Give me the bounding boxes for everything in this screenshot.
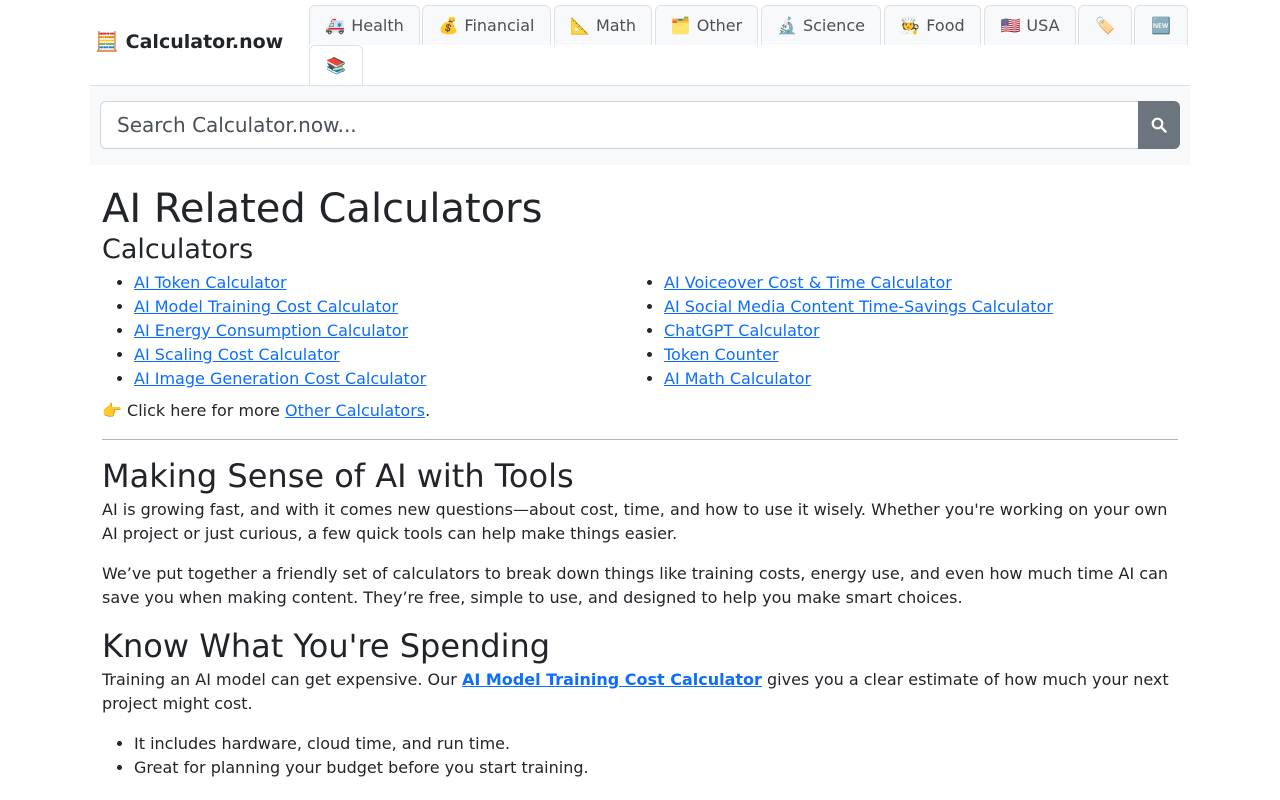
books-icon: 📚 [326,56,346,75]
calculator-list-left: AI Token Calculator AI Model Training Co… [102,271,632,391]
section-heading-spending: Know What You're Spending [102,627,551,665]
tab-label: Health [351,16,404,35]
section1-paragraph-1: AI is growing fast, and with it comes ne… [102,500,1168,543]
list-item: Great for planning your budget before yo… [134,756,1178,780]
section2-para-prefix: Training an AI model can get expensive. … [102,670,457,689]
list-item: AI Math Calculator [664,367,1162,391]
section1-paragraph-2: We’ve put together a friendly set of cal… [102,564,1169,607]
ai-model-training-cost-calculator-inline-link[interactable]: AI Model Training Cost Calculator [462,670,762,689]
more-calculators-line: 👉 Click here for more Other Calculators. [102,399,1178,423]
ai-social-media-time-savings-calculator-link[interactable]: AI Social Media Content Time-Savings Cal… [664,297,1053,316]
label-tag-icon: 🏷️ [1095,16,1115,35]
other-calculators-link[interactable]: Other Calculators [285,401,425,420]
ai-token-calculator-link[interactable]: AI Token Calculator [134,273,287,292]
tab-label: Math [595,16,636,35]
list-item: AI Image Generation Cost Calculator [134,367,632,391]
ambulance-icon: 🚑 [325,16,346,35]
tab-label: Science [802,16,865,35]
brand-name: Calculator.now [125,31,284,53]
ai-energy-consumption-calculator-link[interactable]: AI Energy Consumption Calculator [134,321,408,340]
triangular-ruler-icon: 📐 [570,16,590,35]
abacus-icon: 🧮 [95,31,119,53]
section2-paragraph: Training an AI model can get expensive. … [102,668,1178,716]
tab-food[interactable]: 🧑‍🍳 Food [884,5,981,45]
page-title: AI Related Calculators [102,186,543,232]
tab-financial[interactable]: 💰 Financial [422,5,551,45]
spending-bullets: It includes hardware, cloud time, and ru… [102,732,1178,780]
calculator-list-right: AI Voiceover Cost & Time Calculator AI S… [632,271,1162,391]
us-flag-icon: 🇺🇸 [1000,16,1021,35]
chatgpt-calculator-link[interactable]: ChatGPT Calculator [664,321,820,340]
search-form [100,101,1180,149]
tab-label: Other [696,16,743,35]
section-divider [102,439,1178,440]
cook-icon: 🧑‍🍳 [900,16,921,35]
search-button[interactable] [1138,101,1180,149]
tab-tags[interactable]: 🏷️ [1078,5,1132,45]
microscope-icon: 🔬 [777,16,797,35]
page: 🧮 Calculator.now 🚑 Health 💰 Financial 📐 Math… [90,0,1190,780]
tab-science[interactable]: 🔬 Science [761,5,881,45]
more-prefix: Click here for more [127,401,280,420]
tab-new[interactable]: 🆕 [1134,5,1188,45]
list-item: ChatGPT Calculator [664,319,1162,343]
ai-model-training-cost-calculator-link[interactable]: AI Model Training Cost Calculator [134,297,398,316]
ai-math-calculator-link[interactable]: AI Math Calculator [664,369,811,388]
list-item: It includes hardware, cloud time, and ru… [134,732,1178,756]
new-badge-icon: 🆕 [1151,16,1171,35]
more-suffix: . [425,401,431,420]
search-bar-area [90,86,1190,165]
section-heading-making-sense: Making Sense of AI with Tools [102,457,574,495]
token-counter-link[interactable]: Token Counter [664,345,779,364]
tab-label: Financial [464,16,535,35]
tab-health[interactable]: 🚑 Health [309,5,420,45]
tab-usa[interactable]: 🇺🇸 USA [984,5,1076,45]
list-item: AI Scaling Cost Calculator [134,343,632,367]
tab-label: Food [926,16,965,35]
tab-books[interactable]: 📚 [309,45,363,85]
calculators-heading: Calculators [102,234,254,265]
brand-logo-link[interactable]: 🧮 Calculator.now [95,30,283,53]
search-icon [1151,117,1167,133]
search-input[interactable] [100,101,1138,149]
main-content: AI Related Calculators Calculators AI To… [90,185,1190,780]
pointing-hand-icon: 👉 [102,401,122,420]
ai-image-generation-cost-calculator-link[interactable]: AI Image Generation Cost Calculator [134,369,426,388]
list-item: AI Energy Consumption Calculator [134,319,632,343]
tab-other[interactable]: 🗂️ Other [655,5,758,45]
list-item: AI Token Calculator [134,271,632,295]
tab-math[interactable]: 📐 Math [554,5,652,45]
ai-voiceover-cost-time-calculator-link[interactable]: AI Voiceover Cost & Time Calculator [664,273,952,292]
list-item: AI Voiceover Cost & Time Calculator [664,271,1162,295]
site-header: 🧮 Calculator.now 🚑 Health 💰 Financial 📐 Math… [90,0,1190,86]
list-item: AI Social Media Content Time-Savings Cal… [664,295,1162,319]
card-index-dividers-icon: 🗂️ [670,16,691,35]
calculator-list: AI Token Calculator AI Model Training Co… [102,271,1178,391]
list-item: Token Counter [664,343,1162,367]
ai-scaling-cost-calculator-link[interactable]: AI Scaling Cost Calculator [134,345,340,364]
tab-label: USA [1026,16,1060,35]
money-bag-icon: 💰 [438,16,459,35]
list-item: AI Model Training Cost Calculator [134,295,632,319]
